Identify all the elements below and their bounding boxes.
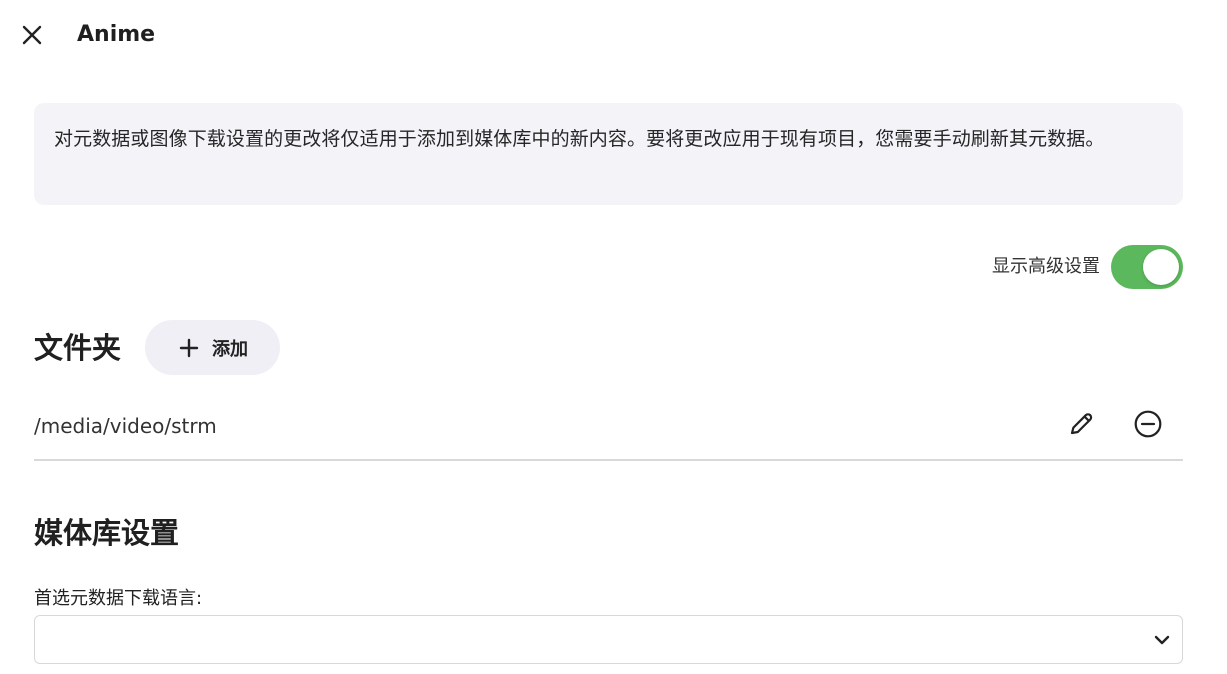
metadata-language-select[interactable] — [34, 615, 1183, 664]
dialog-header: Anime — [0, 0, 1227, 70]
close-icon — [22, 25, 42, 45]
minus-circle-icon — [1134, 410, 1162, 438]
advanced-settings-row: 显示高级设置 — [992, 245, 1183, 289]
remove-folder-button[interactable] — [1128, 404, 1168, 444]
plus-icon — [179, 338, 199, 357]
toggle-knob — [1143, 249, 1179, 285]
library-settings-heading: 媒体库设置 — [34, 516, 180, 550]
advanced-settings-toggle[interactable] — [1111, 245, 1183, 289]
metadata-language-label: 首选元数据下载语言: — [34, 588, 203, 609]
add-folder-button[interactable]: 添加 — [145, 320, 280, 375]
chevron-down-icon — [1154, 635, 1170, 645]
folders-heading: 文件夹 — [34, 331, 122, 365]
library-settings-dialog: Anime 对元数据或图像下载设置的更改将仅适用于添加到媒体库中的新内容。要将更… — [0, 0, 1227, 674]
close-button[interactable] — [15, 18, 49, 52]
folder-row: /media/video/strm — [34, 396, 1183, 461]
dialog-title: Anime — [77, 22, 156, 47]
folder-path: /media/video/strm — [34, 414, 217, 438]
pencil-icon — [1070, 413, 1093, 435]
edit-folder-button[interactable] — [1061, 404, 1101, 444]
advanced-settings-label: 显示高级设置 — [992, 256, 1100, 277]
add-folder-label: 添加 — [212, 338, 248, 360]
metadata-change-notice: 对元数据或图像下载设置的更改将仅适用于添加到媒体库中的新内容。要将更改应用于现有… — [34, 103, 1183, 205]
